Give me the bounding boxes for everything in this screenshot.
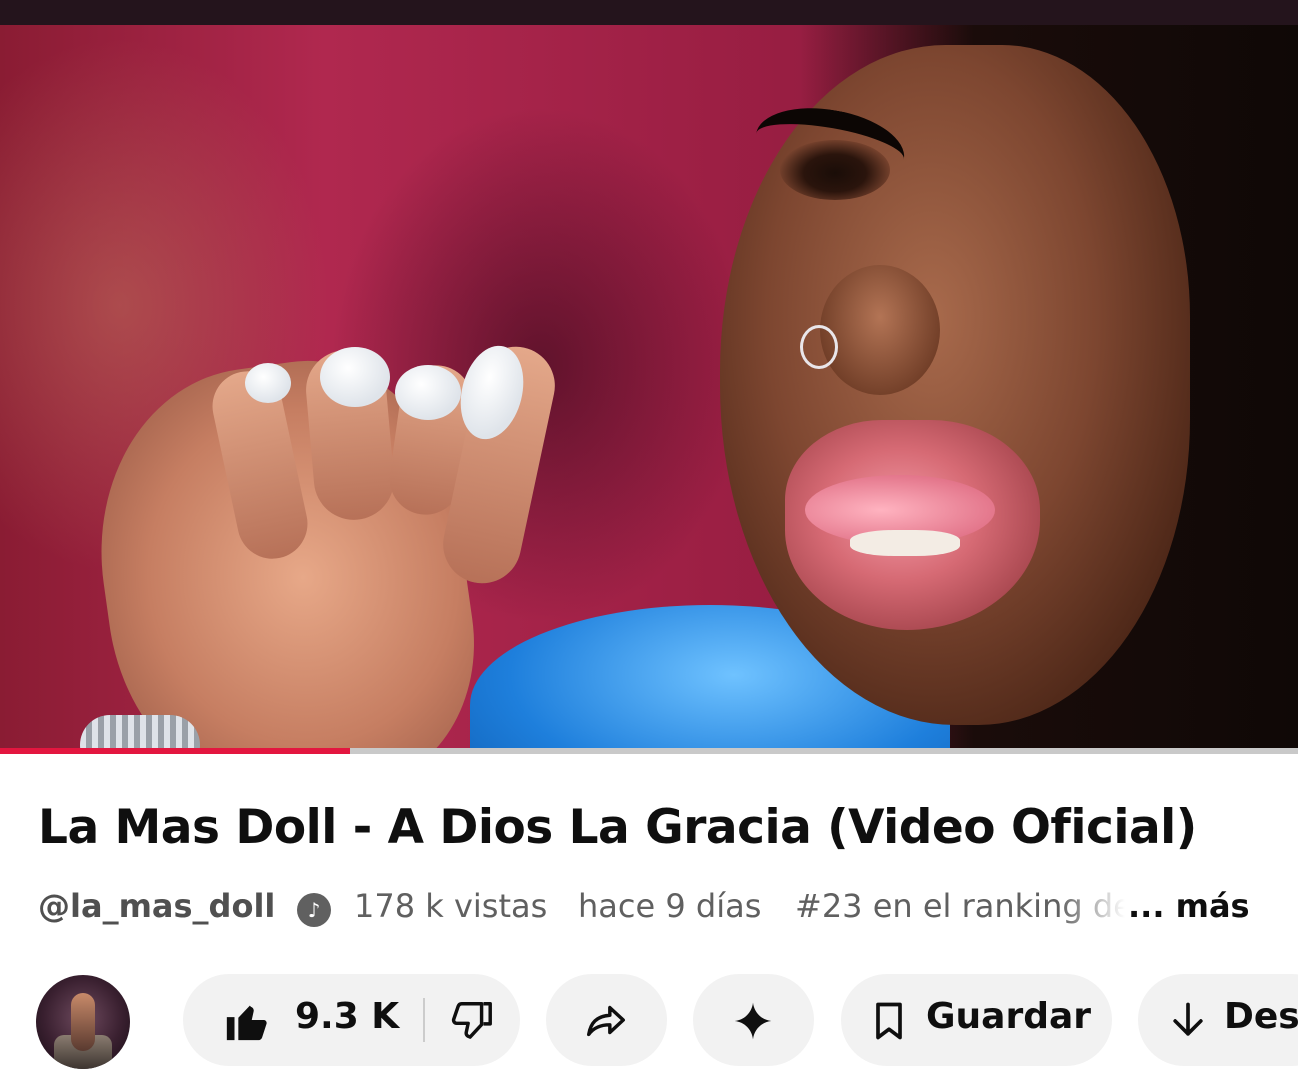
video-progress-bar[interactable] [0, 748, 1298, 754]
video-frame-nose-ring [800, 325, 838, 369]
avatar-figure [71, 993, 95, 1051]
save-button[interactable]: Guardar [841, 974, 1112, 1066]
video-player[interactable] [0, 25, 1298, 750]
video-frame-nail [320, 347, 390, 407]
thumbs-down-icon[interactable] [449, 998, 495, 1044]
ranking-text: #23 en el ranking de [795, 887, 1125, 925]
download-arrow-icon [1173, 1002, 1203, 1036]
video-title: La Mas Doll - A Dios La Gracia (Video Of… [38, 800, 1197, 855]
view-count: 178 k vistas [354, 887, 548, 925]
video-metadata-row[interactable]: @la_mas_doll ♪ 178 k vistas hace 9 días … [38, 887, 1268, 933]
sparkle-icon [734, 1002, 772, 1040]
video-frame-nose [820, 265, 940, 395]
video-progress-played [0, 748, 351, 754]
video-frame-nail [395, 365, 461, 420]
download-label: Descargar [1224, 996, 1298, 1037]
video-frame-eye [780, 140, 890, 200]
channel-handle[interactable]: @la_mas_doll [38, 887, 275, 925]
ai-sparkle-button[interactable] [693, 974, 814, 1066]
like-divider [423, 998, 425, 1042]
download-button[interactable]: Descargar [1138, 974, 1298, 1066]
video-frame-bracelet [80, 715, 200, 750]
channel-avatar[interactable] [36, 975, 130, 1069]
video-frame-teeth [850, 530, 960, 556]
video-frame-nail [245, 363, 291, 403]
save-label: Guardar [926, 996, 1092, 1037]
published-date: hace 9 días [578, 887, 762, 925]
thumbs-up-icon[interactable] [223, 998, 269, 1044]
music-note-verified-icon: ♪ [297, 893, 331, 927]
share-button[interactable] [546, 974, 667, 1066]
like-dislike-group: 9.3 K [183, 974, 520, 1066]
like-count[interactable]: 9.3 K [295, 996, 399, 1037]
bookmark-icon [876, 1002, 902, 1040]
status-bar [0, 0, 1298, 25]
share-arrow-icon [587, 1005, 625, 1037]
more-button[interactable]: ... más [1128, 887, 1250, 925]
